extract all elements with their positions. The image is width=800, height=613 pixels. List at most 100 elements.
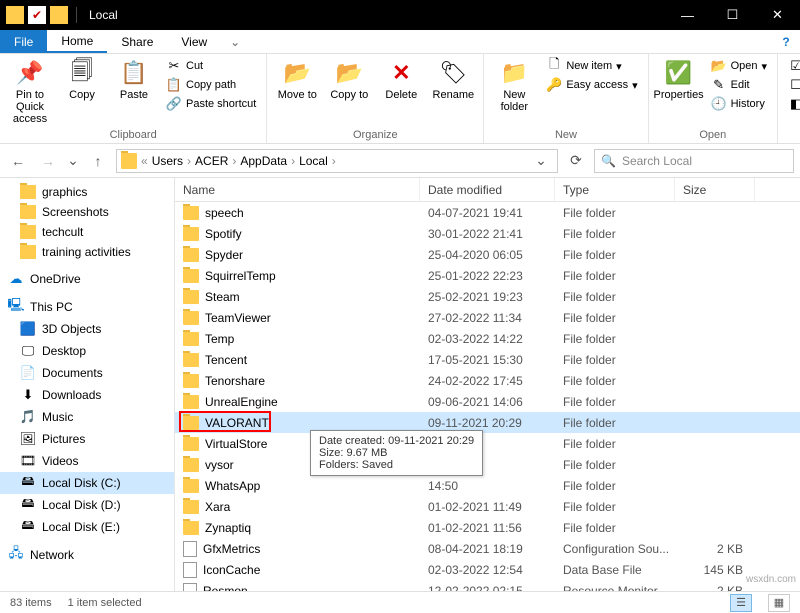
file-row[interactable]: Zynaptiq01-02-2021 11:56File folder (175, 517, 800, 538)
menu-share[interactable]: Share (107, 30, 167, 53)
sidebar-item[interactable]: 🎵Music (0, 406, 174, 428)
folder-icon (20, 205, 36, 219)
navigation-pane[interactable]: graphicsScreenshotstechculttraining acti… (0, 178, 175, 591)
folder-icon (183, 479, 199, 493)
file-row[interactable]: Spotify30-01-2022 21:41File folder (175, 223, 800, 244)
file-row[interactable]: Steam25-02-2021 19:23File folder (175, 286, 800, 307)
watermark: wsxdn.com (746, 574, 796, 585)
folder-icon (183, 353, 199, 367)
copy-path-button[interactable]: 📋Copy path (162, 76, 260, 94)
menu-bar: File Home Share View ⌄ ? (0, 30, 800, 54)
folder-icon (183, 395, 199, 409)
item-count: 83 items (10, 597, 52, 609)
column-headers[interactable]: Name Date modified Type Size (175, 178, 800, 202)
menu-view[interactable]: View (167, 30, 221, 53)
qat-check-icon[interactable]: ✔ (28, 6, 46, 24)
folder-icon (20, 245, 36, 259)
search-input[interactable]: 🔍 Search Local (594, 149, 794, 173)
move-to-button[interactable]: 📂Move to (273, 57, 321, 101)
sidebar-item[interactable]: 🖴Local Disk (E:) (0, 516, 174, 538)
sidebar-item[interactable]: ⬇Downloads (0, 384, 174, 406)
file-list[interactable]: speech04-07-2021 19:41File folderSpotify… (175, 202, 800, 591)
sidebar-item[interactable]: 📄Documents (0, 362, 174, 384)
recent-button[interactable]: ⌄ (66, 149, 80, 173)
edit-button[interactable]: ✎Edit (707, 76, 771, 94)
qat-folder-icon[interactable] (50, 6, 68, 24)
new-folder-button[interactable]: 📁New folder (490, 57, 538, 113)
file-row[interactable]: Tenorshare24-02-2022 17:45File folder (175, 370, 800, 391)
sidebar-item[interactable]: 🖴Local Disk (C:) (0, 472, 174, 494)
details-view-button[interactable]: ☰ (730, 594, 752, 612)
icons-view-button[interactable]: ▦ (768, 594, 790, 612)
file-row[interactable]: IconCache02-03-2022 12:54Data Base File1… (175, 559, 800, 580)
folder-icon (183, 206, 199, 220)
sidebar-onedrive[interactable]: ☁OneDrive (0, 268, 174, 290)
refresh-button[interactable]: ⟳ (564, 149, 588, 173)
sidebar-thispc[interactable]: 🖳This PC (0, 296, 174, 318)
folder-icon (183, 227, 199, 241)
paste-shortcut-button[interactable]: 🔗Paste shortcut (162, 95, 260, 113)
file-row[interactable]: Spyder25-04-2020 06:05File folder (175, 244, 800, 265)
help-button[interactable]: ? (772, 30, 800, 53)
file-row[interactable]: speech04-07-2021 19:41File folder (175, 202, 800, 223)
file-row[interactable]: UnrealEngine09-06-2021 14:06File folder (175, 391, 800, 412)
invert-selection-button[interactable]: ◧Invert selection (784, 95, 800, 113)
easy-access-button[interactable]: 🔑Easy access ▾ (542, 76, 641, 94)
folder-icon (183, 290, 199, 304)
select-none-button[interactable]: ☐Select none (784, 76, 800, 94)
file-row[interactable]: vysor22:48File folder (175, 454, 800, 475)
file-row[interactable]: Temp02-03-2022 14:22File folder (175, 328, 800, 349)
back-button[interactable]: ← (6, 149, 30, 173)
ribbon-collapse[interactable]: ⌄ (221, 30, 249, 53)
file-row[interactable]: VALORANT09-11-2021 20:29File folder (175, 412, 800, 433)
sidebar-item[interactable]: 🖵Desktop (0, 340, 174, 362)
close-button[interactable]: ✕ (755, 0, 800, 30)
folder-icon (121, 153, 137, 169)
pin-quick-access-button[interactable]: 📌Pin to Quick access (6, 57, 54, 125)
menu-file[interactable]: File (0, 30, 47, 53)
minimize-button[interactable]: — (665, 0, 710, 30)
sidebar-item[interactable]: techcult (0, 222, 174, 242)
file-list-pane: Name Date modified Type Size speech04-07… (175, 178, 800, 591)
breadcrumb-dropdown[interactable]: ⌄ (529, 149, 553, 173)
history-button[interactable]: 🕘History (707, 95, 771, 113)
file-row[interactable]: Xara01-02-2021 11:49File folder (175, 496, 800, 517)
new-item-button[interactable]: 🗋New item ▾ (542, 57, 641, 75)
sidebar-item[interactable]: Screenshots (0, 202, 174, 222)
copy-to-button[interactable]: 📂Copy to (325, 57, 373, 101)
sidebar-network[interactable]: 🖧Network (0, 544, 174, 566)
folder-icon (20, 185, 36, 199)
menu-home[interactable]: Home (47, 30, 107, 53)
address-bar: ← → ⌄ ↑ « Users› ACER› AppData› Local› ⌄… (0, 144, 800, 178)
maximize-button[interactable]: ☐ (710, 0, 755, 30)
file-row[interactable]: WhatsApp14:50File folder (175, 475, 800, 496)
file-icon (183, 583, 197, 592)
window-title: Local (89, 8, 118, 22)
forward-button[interactable]: → (36, 149, 60, 173)
selection-count: 1 item selected (68, 597, 142, 609)
up-button[interactable]: ↑ (86, 149, 110, 173)
cut-button[interactable]: ✂Cut (162, 57, 260, 75)
copy-button[interactable]: 🗐Copy (58, 57, 106, 101)
file-row[interactable]: Tencent17-05-2021 15:30File folder (175, 349, 800, 370)
file-row[interactable]: TeamViewer27-02-2022 11:34File folder (175, 307, 800, 328)
sidebar-item[interactable]: graphics (0, 182, 174, 202)
select-all-button[interactable]: ☑Select all (784, 57, 800, 75)
file-row[interactable]: GfxMetrics08-04-2021 18:19Configuration … (175, 538, 800, 559)
sidebar-item[interactable]: training activities (0, 242, 174, 262)
properties-button[interactable]: ✅Properties (655, 57, 703, 101)
paste-button[interactable]: 📋Paste (110, 57, 158, 101)
sidebar-item[interactable]: 🟦3D Objects (0, 318, 174, 340)
sidebar-item[interactable]: 🎞Videos (0, 450, 174, 472)
sidebar-item[interactable]: 🖼Pictures (0, 428, 174, 450)
file-row[interactable]: VirtualStore14:06File folder (175, 433, 800, 454)
sidebar-item[interactable]: 🖴Local Disk (D:) (0, 494, 174, 516)
file-row[interactable]: Resmon12-02-2022 02:15Resource Monitor .… (175, 580, 800, 591)
open-button[interactable]: 📂Open ▾ (707, 57, 771, 75)
rename-button[interactable]: 🏷Rename (429, 57, 477, 101)
delete-button[interactable]: ✕Delete (377, 57, 425, 101)
ribbon-group-select: ☑Select all ☐Select none ◧Invert selecti… (778, 54, 800, 143)
file-row[interactable]: SquirrelTemp25-01-2022 22:23File folder (175, 265, 800, 286)
folder-icon (183, 521, 199, 535)
breadcrumb[interactable]: « Users› ACER› AppData› Local› ⌄ (116, 149, 558, 173)
